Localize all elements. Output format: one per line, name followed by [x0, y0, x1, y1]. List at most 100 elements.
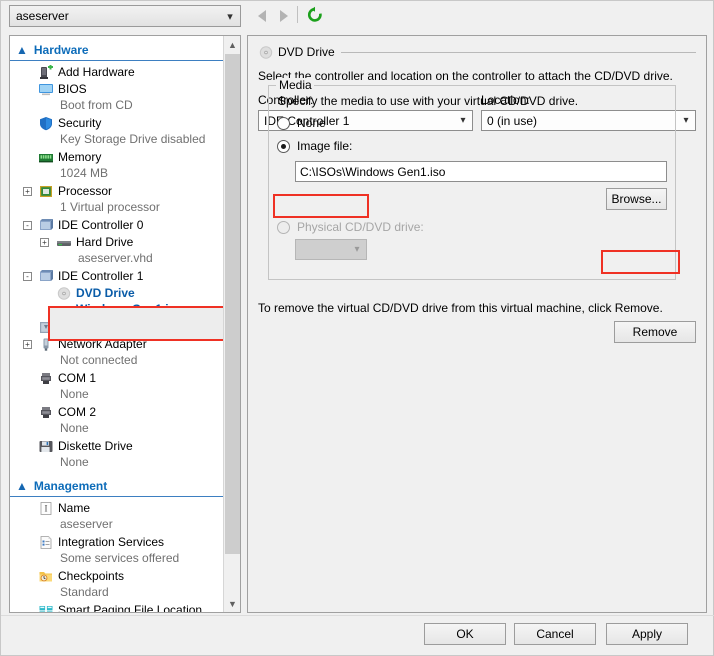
radio-image-file-indicator — [277, 139, 290, 153]
sidebar-item-memory-label: Memory — [58, 150, 102, 164]
ok-button[interactable]: OK — [424, 623, 506, 645]
com-port-icon — [38, 371, 54, 386]
sidebar-item-com-1-label: COM 1 — [58, 371, 97, 385]
sidebar-item-ide-controller-0[interactable]: - IDE Controller 0 — [10, 217, 224, 234]
dvd-drive-header-icon — [258, 45, 274, 60]
sidebar-item-com-2-subtext: None — [60, 421, 89, 435]
sidebar-item-hard-drive[interactable]: + Hard Drive — [10, 234, 224, 251]
scrollbar-thumb[interactable] — [225, 54, 240, 554]
sidebar-item-name-sub: aseserver — [10, 517, 224, 534]
sidebar-item-processor-subtext: 1 Virtual processor — [60, 200, 160, 214]
sidebar-item-smart-paging-file-location[interactable]: Smart Paging File Location — [10, 602, 224, 612]
sidebar-section-hardware[interactable]: ▲ Hardware — [10, 39, 224, 61]
sidebar-item-processor-sub: 1 Virtual processor — [10, 200, 224, 217]
media-groupbox-title: Media — [277, 78, 314, 92]
sidebar-item-dvd-drive-label: DVD Drive — [76, 286, 135, 300]
dvd-drive-group-title: DVD Drive — [278, 45, 335, 59]
sidebar-item-security-label: Security — [58, 116, 102, 130]
media-none-radio[interactable]: None — [277, 114, 326, 132]
expander-processor[interactable]: + — [23, 187, 32, 196]
image-file-highlight-box — [273, 194, 369, 218]
smart-paging-icon — [38, 603, 54, 612]
dvd-drive-icon — [56, 286, 72, 301]
forward-button[interactable] — [275, 7, 293, 25]
sidebar-item-name[interactable]: I Name — [10, 500, 224, 517]
chevron-up-double-icon: ▲ — [16, 478, 28, 493]
sidebar-item-memory[interactable]: Memory — [10, 149, 224, 166]
media-description: Specify the media to use with your virtu… — [278, 94, 579, 108]
expander-ide-controller-0[interactable]: - — [23, 221, 32, 230]
expander-hard-drive[interactable]: + — [40, 238, 49, 247]
sidebar-item-memory-subtext: 1024 MB — [60, 166, 109, 180]
radio-none-indicator — [277, 116, 290, 130]
cancel-button[interactable]: Cancel — [514, 623, 596, 645]
sidebar-item-checkpoints[interactable]: Checkpoints — [10, 568, 224, 585]
sidebar-item-integration-services[interactable]: Integration Services — [10, 534, 224, 551]
dvd-drive-group-header: DVD Drive — [258, 44, 696, 60]
integration-services-icon — [38, 535, 54, 550]
sidebar-item-add-hardware-label: Add Hardware — [58, 65, 135, 79]
physical-drive-combobox: ▾ — [295, 239, 367, 260]
com-port-icon — [38, 405, 54, 420]
sidebar-scrollbar[interactable]: ▲ ▼ — [223, 36, 240, 612]
media-image-file-radio[interactable]: Image file: — [277, 137, 352, 155]
scroll-down-button[interactable]: ▼ — [224, 595, 240, 612]
ide-controller-icon — [38, 269, 54, 284]
processor-icon — [38, 184, 54, 199]
sidebar-item-diskette-drive-sub: None — [10, 455, 224, 472]
shield-icon — [38, 116, 54, 131]
chevron-down-icon: ▾ — [227, 10, 233, 23]
sidebar-item-bios-label: BIOS — [58, 82, 87, 96]
sidebar-item-com-1-subtext: None — [60, 387, 89, 401]
sidebar-item-com-1[interactable]: COM 1 — [10, 370, 224, 387]
media-physical-drive-radio: Physical CD/DVD drive: — [277, 218, 424, 236]
expander-ide-controller-1[interactable]: - — [23, 272, 32, 281]
sidebar-item-hard-drive-subtext: aseserver.vhd — [78, 251, 153, 265]
sidebar-item-ide-controller-0-label: IDE Controller 0 — [58, 218, 144, 232]
sidebar-item-bios[interactable]: BIOS — [10, 81, 224, 98]
sidebar-section-hardware-label: Hardware — [33, 42, 89, 57]
image-path-value: C:\ISOs\Windows Gen1.iso — [300, 164, 446, 179]
expander-network-adapter[interactable]: + — [23, 340, 32, 349]
chevron-down-icon: ▾ — [683, 115, 689, 126]
add-hardware-icon — [38, 65, 54, 80]
svg-text:I: I — [45, 504, 48, 514]
image-path-input[interactable]: C:\ISOs\Windows Gen1.iso — [295, 161, 667, 182]
browse-button[interactable]: Browse... — [606, 188, 667, 210]
footer-divider — [1, 615, 714, 616]
apply-button[interactable]: Apply — [606, 623, 688, 645]
sidebar-item-smart-paging-label: Smart Paging File Location — [58, 603, 203, 612]
back-button[interactable] — [253, 7, 271, 25]
remove-button[interactable]: Remove — [614, 321, 696, 343]
refresh-icon — [307, 6, 322, 22]
sidebar-item-security[interactable]: Security — [10, 115, 224, 132]
sidebar-item-bios-subtext: Boot from CD — [60, 98, 133, 112]
sidebar-item-add-hardware[interactable]: Add Hardware — [10, 64, 224, 81]
sidebar-item-integration-services-label: Integration Services — [58, 535, 165, 549]
forward-arrow-icon — [280, 10, 288, 22]
media-physical-drive-label: Physical CD/DVD drive: — [297, 220, 424, 234]
media-groupbox-border-right — [310, 85, 676, 86]
sidebar-item-diskette-drive[interactable]: Diskette Drive — [10, 438, 224, 455]
sidebar-item-ide-controller-1[interactable]: - IDE Controller 1 — [10, 268, 224, 285]
sidebar-item-name-label: Name — [58, 501, 91, 515]
sidebar-item-memory-sub: 1024 MB — [10, 166, 224, 183]
settings-tree-panel[interactable]: ▲ Hardware Add Hardware BIOS Boot from C… — [9, 35, 241, 613]
sidebar-section-management[interactable]: ▲ Management — [10, 475, 224, 497]
sidebar-item-com-1-sub: None — [10, 387, 224, 404]
checkpoints-icon — [38, 569, 54, 584]
sidebar-item-checkpoints-label: Checkpoints — [58, 569, 125, 583]
sidebar-item-processor-label: Processor — [58, 184, 113, 198]
hard-drive-icon — [56, 235, 72, 250]
sidebar-item-processor[interactable]: + Processor — [10, 183, 224, 200]
sidebar-section-management-label: Management — [33, 478, 108, 493]
refresh-button[interactable] — [306, 6, 324, 24]
vm-selector-combobox[interactable]: aseserver ▾ — [9, 5, 241, 27]
vm-selector-value: aseserver — [16, 9, 69, 23]
sidebar-item-integration-services-subtext: Some services offered — [60, 551, 180, 565]
sidebar-item-com-2[interactable]: COM 2 — [10, 404, 224, 421]
browse-button-highlight-box — [601, 250, 680, 274]
sidebar-item-network-adapter-subtext: Not connected — [60, 353, 138, 367]
sidebar-item-dvd-drive[interactable]: DVD Drive — [10, 285, 224, 302]
scroll-up-button[interactable]: ▲ — [224, 36, 240, 53]
